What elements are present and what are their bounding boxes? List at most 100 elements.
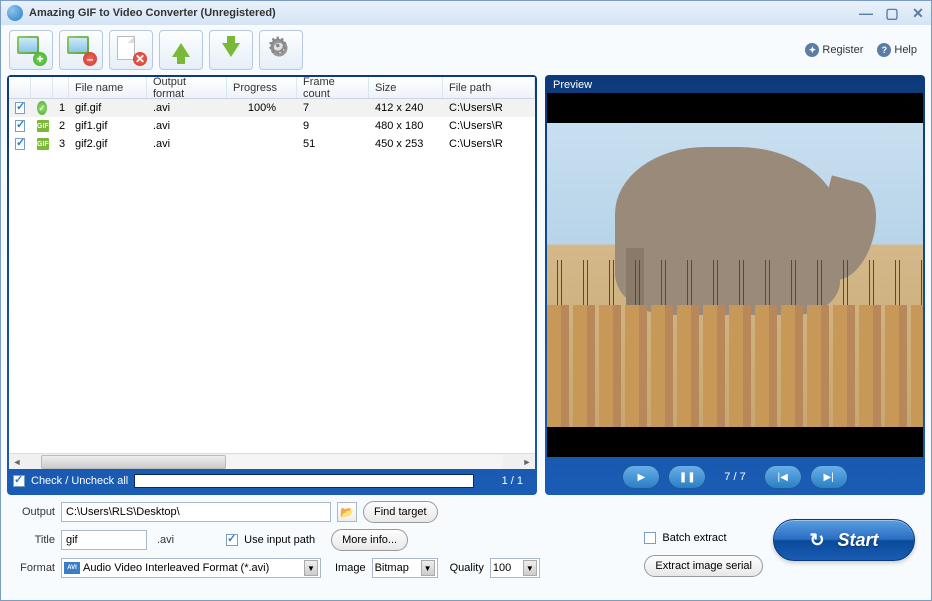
image-format-select[interactable]: Bitmap ▼ (372, 558, 438, 578)
use-input-path-checkbox[interactable] (226, 534, 238, 546)
use-input-path-label: Use input path (244, 534, 315, 546)
next-frame-button[interactable]: ▶| (810, 465, 848, 489)
window-controls: — ▢ ✕ (859, 6, 925, 20)
scroll-right-icon[interactable]: ► (519, 455, 535, 469)
start-button[interactable]: ↻ Start (773, 519, 915, 561)
table-row[interactable]: ✓1gif.gif.avi100%7412 x 240C:\Users\R (9, 99, 535, 117)
app-window: Amazing GIF to Video Converter (Unregist… (0, 0, 932, 601)
image-label: Image (335, 562, 366, 574)
top-links: ✦ Register ? Help (805, 43, 923, 57)
check-all-label: Check / Uncheck all (31, 475, 128, 487)
frame-position: 7 / 7 (714, 471, 755, 483)
row-filename: gif2.gif (69, 138, 147, 150)
row-checkbox[interactable] (15, 102, 25, 114)
header-size[interactable]: Size (369, 77, 443, 98)
chevron-down-icon: ▼ (421, 560, 435, 576)
settings-button[interactable] (259, 30, 303, 70)
antelope-herd (547, 305, 923, 427)
row-frames: 51 (297, 138, 369, 150)
horizontal-scrollbar[interactable]: ◄ ► (9, 453, 535, 469)
help-label: Help (894, 44, 917, 56)
batch-settings: Batch extract Extract image serial (644, 501, 763, 579)
row-format: .avi (147, 138, 227, 150)
titlebar: Amazing GIF to Video Converter (Unregist… (1, 1, 931, 25)
check-all-checkbox[interactable] (13, 475, 25, 487)
key-icon: ✦ (805, 43, 819, 57)
close-button[interactable]: ✕ (911, 6, 925, 20)
row-index: 2 (53, 120, 69, 132)
quality-select[interactable]: 100 ▼ (490, 558, 540, 578)
list-footer: Check / Uncheck all 1 / 1 (9, 469, 535, 493)
arrow-up-icon (167, 36, 195, 64)
output-label: Output (11, 506, 55, 518)
remove-file-button[interactable]: – (59, 30, 103, 70)
title-input[interactable] (61, 530, 147, 550)
browse-output-button[interactable]: 📂 (337, 502, 357, 522)
scroll-track[interactable] (41, 455, 503, 469)
move-down-button[interactable] (209, 30, 253, 70)
title-label: Title (11, 534, 55, 546)
file-table: File name Output format Progress Frame c… (9, 77, 535, 469)
quality-value: 100 (493, 562, 519, 574)
clear-list-button[interactable]: ✕ (109, 30, 153, 70)
chevron-down-icon: ▼ (523, 560, 537, 576)
move-up-button[interactable] (159, 30, 203, 70)
maximize-button[interactable]: ▢ (885, 6, 899, 20)
row-size: 450 x 253 (369, 138, 443, 150)
batch-extract-label: Batch extract (662, 532, 726, 544)
avi-icon: AVI (64, 562, 80, 574)
format-label: Format (11, 562, 55, 574)
header-path[interactable]: File path (443, 77, 535, 98)
pause-button[interactable]: ❚❚ (668, 465, 706, 489)
row-size: 412 x 240 (369, 102, 443, 114)
play-button[interactable]: ▶ (622, 465, 660, 489)
extract-serial-row: Extract image serial (644, 555, 763, 577)
table-row[interactable]: GIF2gif1.gif.avi9480 x 180C:\Users\R (9, 117, 535, 135)
document-delete-icon: ✕ (117, 36, 145, 64)
image-value: Bitmap (375, 562, 417, 574)
overall-progress-bar (134, 474, 474, 488)
add-file-button[interactable]: + (9, 30, 53, 70)
row-filename: gif1.gif (69, 120, 147, 132)
scroll-thumb[interactable] (41, 455, 226, 469)
player-controls: ▶ ❚❚ 7 / 7 |◀ ▶| (547, 457, 923, 489)
page-indicator: 1 / 1 (502, 475, 531, 487)
status-gif-icon: GIF (37, 138, 49, 150)
batch-extract-checkbox[interactable] (644, 532, 656, 544)
row-checkbox[interactable] (15, 138, 25, 150)
preview-label: Preview (547, 77, 923, 93)
header-checkbox (9, 77, 31, 98)
arrow-down-icon (217, 36, 245, 64)
find-target-button[interactable]: Find target (363, 501, 438, 523)
help-link[interactable]: ? Help (877, 43, 917, 57)
preview-image (547, 93, 923, 457)
row-path: C:\Users\R (443, 102, 535, 114)
header-filename[interactable]: File name (69, 77, 147, 98)
row-checkbox[interactable] (15, 120, 25, 132)
header-progress[interactable]: Progress (227, 77, 297, 98)
status-done-icon: ✓ (37, 101, 47, 115)
format-value: Audio Video Interleaved Format (*.avi) (83, 562, 300, 574)
register-link[interactable]: ✦ Register (805, 43, 863, 57)
prev-frame-button[interactable]: |◀ (764, 465, 802, 489)
output-path-input[interactable] (61, 502, 331, 522)
row-path: C:\Users\R (443, 138, 535, 150)
header-frames[interactable]: Frame count (297, 77, 369, 98)
table-row[interactable]: GIF 3gif2.gif.avi 51450 x 253C:\Users\R (9, 135, 535, 153)
format-select[interactable]: AVI Audio Video Interleaved Format (*.av… (61, 558, 321, 578)
scroll-left-icon[interactable]: ◄ (9, 455, 25, 469)
minimize-button[interactable]: — (859, 6, 873, 20)
help-icon: ? (877, 43, 891, 57)
chevron-down-icon: ▼ (304, 560, 318, 576)
register-label: Register (822, 44, 863, 56)
remove-image-icon: – (67, 36, 95, 64)
header-format[interactable]: Output format (147, 77, 227, 98)
folder-icon: 📂 (340, 506, 354, 519)
row-index: 3 (53, 138, 69, 150)
preview-panel: Preview ▶ ❚❚ 7 / 7 |◀ ▶| (545, 75, 925, 495)
add-image-icon: + (17, 36, 45, 64)
extract-serial-button[interactable]: Extract image serial (644, 555, 763, 577)
gear-icon (267, 36, 295, 64)
output-settings: Output 📂 Find target Title .avi Use inpu… (11, 501, 634, 579)
more-info-button[interactable]: More info... (331, 529, 408, 551)
